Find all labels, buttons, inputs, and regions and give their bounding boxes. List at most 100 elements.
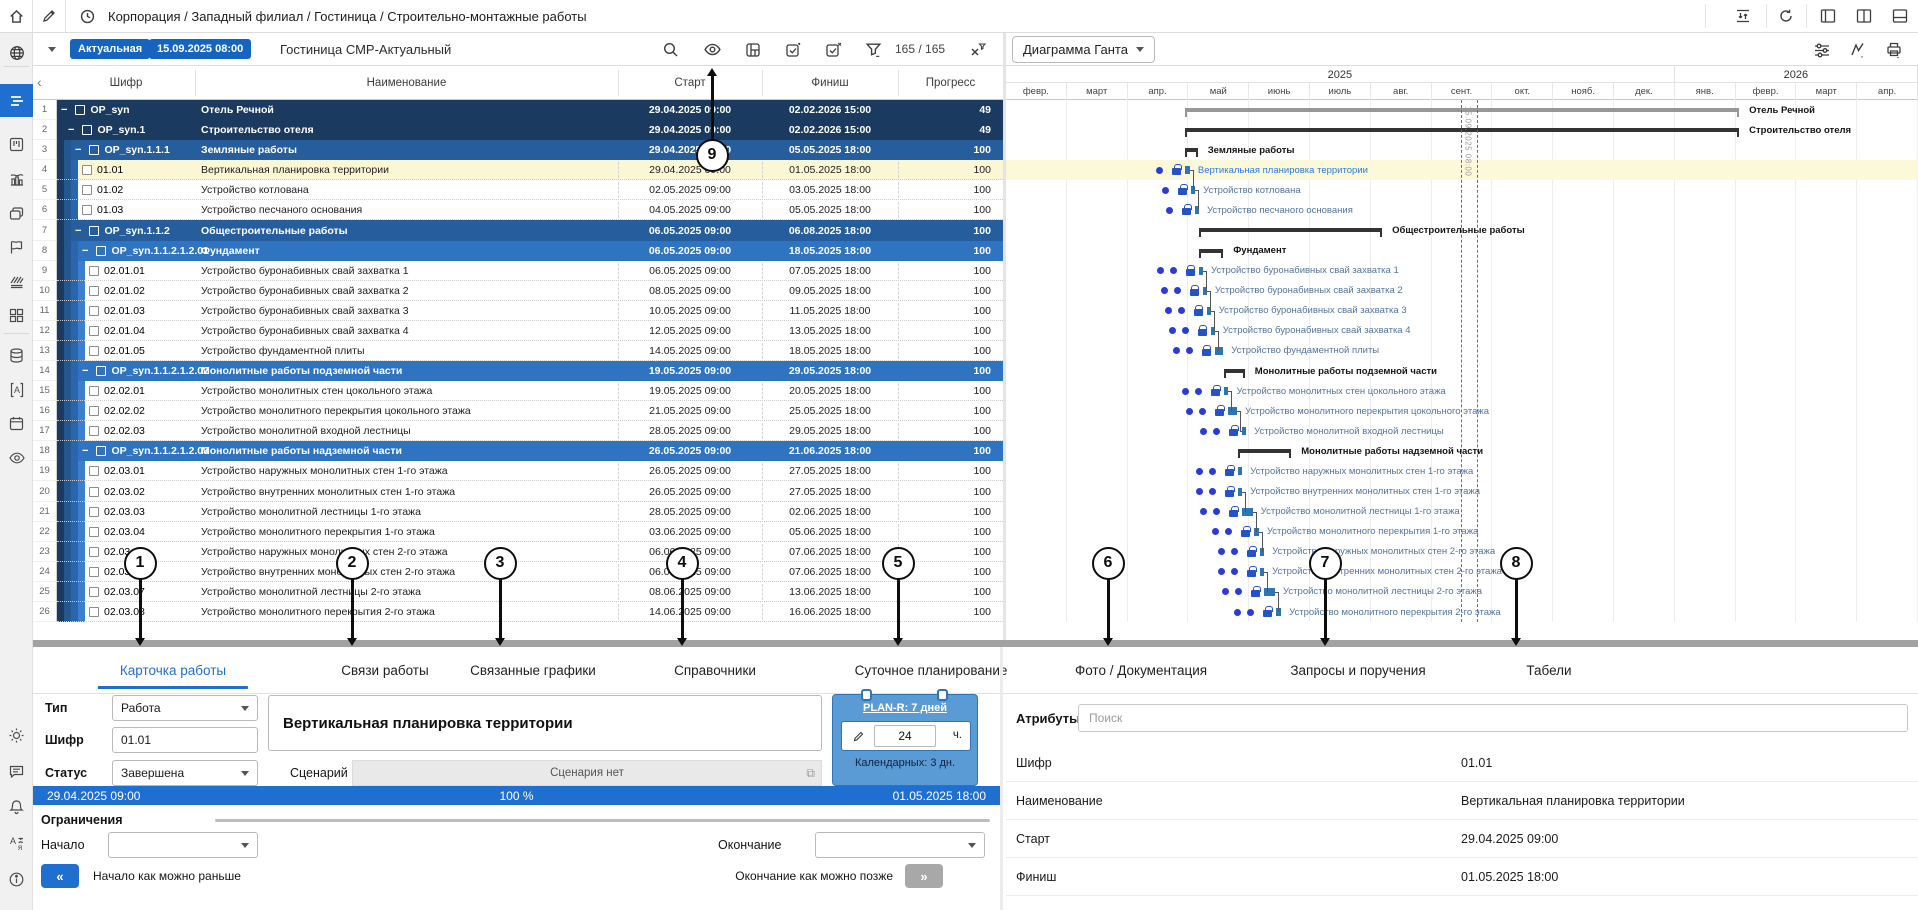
constraint-finish-select[interactable] <box>815 832 985 858</box>
tab-6[interactable]: Фото / Документация <box>1053 647 1229 694</box>
gantt-task-bar[interactable] <box>1264 588 1275 596</box>
sidebar-item-database[interactable] <box>0 339 33 372</box>
sidebar-globe-button[interactable] <box>0 36 33 69</box>
sidebar-item-board[interactable] <box>0 128 33 161</box>
table-row[interactable]: 7−OP_syn.1.1.2Общестроительные работы06.… <box>33 220 1003 240</box>
refresh-button[interactable] <box>1768 0 1804 32</box>
gantt-row[interactable]: Устройство буронабивных свай захватка 3 <box>1006 301 1918 321</box>
collapse-rows-button[interactable] <box>1724 0 1762 32</box>
home-button[interactable] <box>0 0 33 32</box>
row-checkbox[interactable] <box>75 105 85 115</box>
table-row[interactable]: 401.01Вертикальная планировка территории… <box>33 160 1003 180</box>
gantt-row[interactable]: Строительство отеля <box>1006 120 1918 140</box>
table-row[interactable]: 1702.02.03Устройство монолитной входной … <box>33 421 1003 441</box>
gantt-task-bar[interactable] <box>1228 407 1237 415</box>
visibility-button[interactable] <box>698 37 726 62</box>
tab-3[interactable]: Связанные графики <box>448 647 618 694</box>
row-checkbox[interactable] <box>89 266 99 276</box>
gantt-row[interactable]: Устройство наружных монолитных стен 1-го… <box>1006 461 1918 481</box>
gantt-summary-bar[interactable] <box>1185 148 1198 152</box>
table-row[interactable]: 2−OP_syn.1Строительство отеля29.04.2025 … <box>33 120 1003 140</box>
gantt-summary-bar[interactable] <box>1238 449 1291 453</box>
gantt-row[interactable]: Монолитные работы надземной части <box>1006 441 1918 461</box>
gantt-summary-bar[interactable] <box>1199 249 1223 253</box>
sidebar-item-flags[interactable] <box>0 231 33 264</box>
gantt-row[interactable]: Устройство монолитной лестницы 2-го этаж… <box>1006 582 1918 602</box>
row-checkbox[interactable] <box>82 165 92 175</box>
gantt-row[interactable]: Земляные работы <box>1006 140 1918 160</box>
row-checkbox[interactable] <box>82 205 92 215</box>
asap-button[interactable]: « <box>41 864 79 888</box>
attributes-search-input[interactable] <box>1078 704 1908 732</box>
table-row[interactable]: 902.01.01Устройство буронабивных свай за… <box>33 261 1003 281</box>
copy-view-button[interactable] <box>739 37 767 62</box>
table-row[interactable]: 1602.02.02Устройство монолитного перекры… <box>33 401 1003 421</box>
row-checkbox[interactable] <box>82 185 92 195</box>
sidebar-info-button[interactable] <box>0 863 33 896</box>
scenario-menu-icon[interactable]: ⧉ <box>806 766 815 781</box>
layout-columns-button[interactable] <box>1846 0 1882 32</box>
code-field[interactable]: 01.01 <box>112 727 258 753</box>
attribute-row[interactable]: Старт29.04.2025 09:00 <box>1006 820 1918 858</box>
gantt-summary-bar[interactable] <box>1185 128 1739 132</box>
gantt-task-bar[interactable] <box>1215 347 1224 355</box>
sidebar-item-windows[interactable] <box>0 197 33 230</box>
gantt-row[interactable]: Общестроительные работы <box>1006 220 1918 240</box>
table-row[interactable]: 3−OP_syn.1.1.1Земляные работы29.04.2025 … <box>33 140 1003 160</box>
gantt-summary-bar[interactable] <box>1199 228 1382 232</box>
row-checkbox[interactable] <box>96 246 106 256</box>
gantt-row[interactable]: Устройство буронабивных свай захватка 2 <box>1006 281 1918 301</box>
table-row[interactable]: 1002.01.02Устройство буронабивных свай з… <box>33 281 1003 301</box>
row-checkbox[interactable] <box>89 406 99 416</box>
constraint-start-select[interactable] <box>108 832 258 858</box>
row-checkbox[interactable] <box>89 386 99 396</box>
column-header-progress[interactable]: Прогресс <box>898 66 1003 100</box>
tab-7[interactable]: Запросы и поручения <box>1268 647 1447 694</box>
table-row[interactable]: 2602.03.08Устройство монолитного перекры… <box>33 602 1003 622</box>
gantt-row[interactable]: Устройство монолитной лестницы 1-го этаж… <box>1006 502 1918 522</box>
collapse-node-icon[interactable]: − <box>61 104 67 116</box>
row-checkbox[interactable] <box>89 306 99 316</box>
row-checkbox[interactable] <box>89 426 99 436</box>
row-checkbox[interactable] <box>89 145 99 155</box>
row-checkbox[interactable] <box>89 226 99 236</box>
table-row[interactable]: 2102.03.03Устройство монолитной лестницы… <box>33 502 1003 522</box>
sidebar-item-attributes[interactable]: A <box>0 373 33 406</box>
table-row[interactable]: 1202.01.04Устройство буронабивных свай з… <box>33 321 1003 341</box>
row-checkbox[interactable] <box>89 567 99 577</box>
collapse-node-icon[interactable]: − <box>75 144 81 156</box>
collapse-node-icon[interactable]: − <box>82 445 88 457</box>
attribute-row[interactable]: Финиш01.05.2025 18:00 <box>1006 858 1918 896</box>
gantt-row[interactable]: Устройство наружных монолитных стен 2-го… <box>1006 542 1918 562</box>
gantt-row[interactable]: Устройство внутренних монолитных стен 2-… <box>1006 562 1918 582</box>
gantt-row[interactable]: Устройство буронабивных свай захватка 1 <box>1006 261 1918 281</box>
hours-input[interactable]: 24 <box>874 725 936 747</box>
sidebar-theme-button[interactable] <box>0 719 33 752</box>
gantt-row[interactable]: Монолитные работы подземной части <box>1006 361 1918 381</box>
alap-button[interactable]: » <box>905 864 943 888</box>
table-row[interactable]: 2302.03.05Устройство наружных монолитных… <box>33 542 1003 562</box>
collapse-node-icon[interactable]: − <box>82 245 88 257</box>
row-checkbox[interactable] <box>82 125 92 135</box>
attribute-row[interactable]: НаименованиеВертикальная планировка терр… <box>1006 782 1918 820</box>
table-row[interactable]: 501.02Устройство котлована02.05.2025 09:… <box>33 180 1003 200</box>
gantt-row[interactable]: Устройство монолитного перекрытия цоколь… <box>1006 401 1918 421</box>
plan-dropdown-button[interactable] <box>38 37 66 62</box>
sidebar-item-wbs[interactable] <box>0 84 33 117</box>
sidebar-item-visibility[interactable] <box>0 441 33 474</box>
gantt-task-bar[interactable] <box>1242 427 1246 435</box>
column-header-code[interactable]: Шифр <box>57 66 195 100</box>
panel-splitter-horizontal[interactable] <box>33 640 1918 647</box>
search-button[interactable] <box>657 37 685 62</box>
row-checkbox[interactable] <box>89 286 99 296</box>
sidebar-item-calendar[interactable] <box>0 407 33 440</box>
gantt-row[interactable]: Устройство буронабивных свай захватка 4 <box>1006 321 1918 341</box>
gantt-row[interactable]: Устройство фундаментной плиты <box>1006 341 1918 361</box>
table-row[interactable]: 1102.01.03Устройство буронабивных свай з… <box>33 301 1003 321</box>
gantt-print-button[interactable] <box>1880 37 1908 62</box>
tab-2[interactable]: Связи работы <box>319 647 450 694</box>
gantt-row[interactable]: Фундамент <box>1006 241 1918 261</box>
layout-left-button[interactable] <box>1810 0 1846 32</box>
tab-1[interactable]: Карточка работы <box>98 647 248 694</box>
table-row[interactable]: 1502.02.01Устройство монолитных стен цок… <box>33 381 1003 401</box>
